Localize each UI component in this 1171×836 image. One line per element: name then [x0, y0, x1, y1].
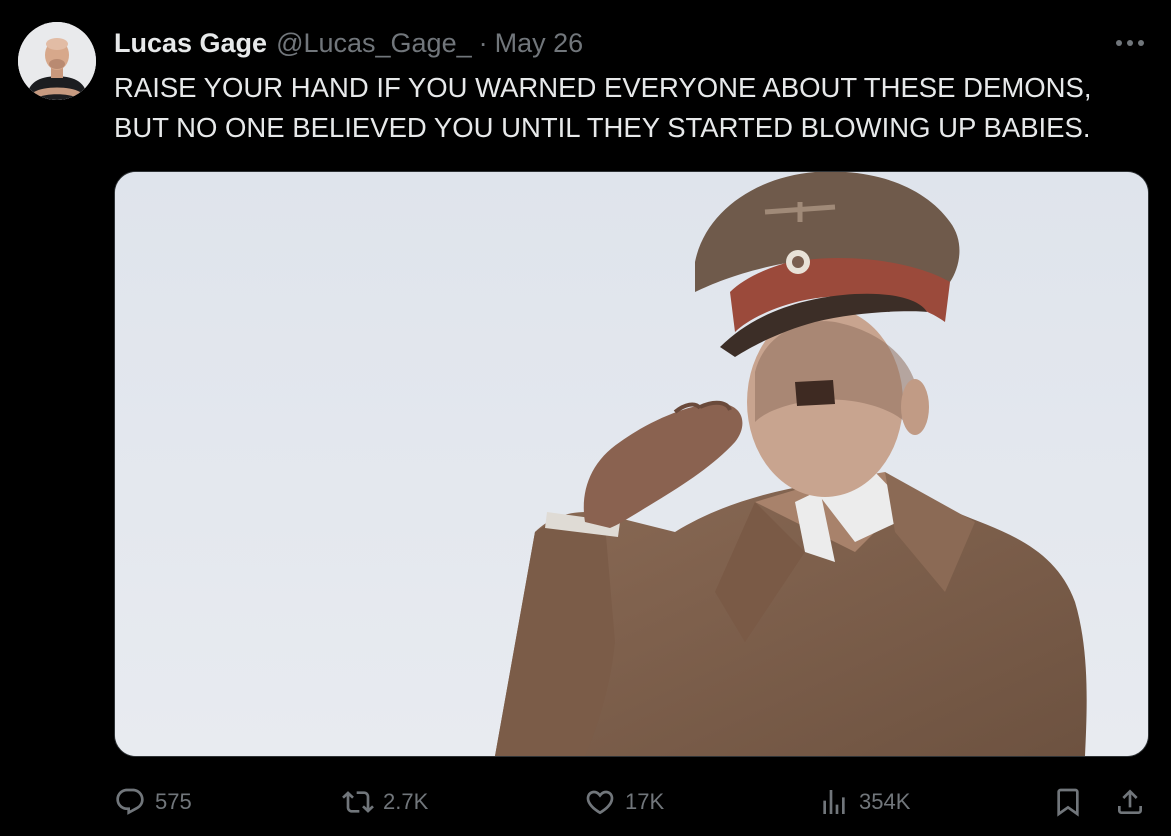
avatar-photo — [18, 22, 96, 100]
bookmark-icon — [1057, 788, 1079, 817]
user-handle[interactable]: @Lucas_Gage_ — [276, 28, 472, 59]
heart-icon — [586, 790, 614, 815]
tweet[interactable]: Lucas Gage @Lucas_Gage_ · May 26 RAISE Y… — [0, 0, 1171, 836]
tweet-text: RAISE YOUR HAND IF YOU WARNED EVERYONE A… — [114, 68, 1154, 148]
retweet-button[interactable]: 2.7K — [342, 780, 428, 824]
tweet-header: Lucas Gage @Lucas_Gage_ · May 26 — [114, 24, 583, 62]
share-icon — [1118, 789, 1142, 814]
media-photo — [115, 172, 1148, 756]
bookmark-button[interactable] — [1052, 780, 1084, 824]
more-icon — [1116, 40, 1144, 46]
like-count: 17K — [625, 789, 665, 814]
reply-count: 575 — [155, 789, 192, 814]
tweet-text-line: BUT NO ONE BELIEVED YOU UNTIL THEY START… — [114, 112, 1091, 143]
views-count: 354K — [859, 789, 911, 814]
reply-icon — [116, 788, 144, 815]
separator-dot: · — [478, 27, 488, 58]
tweet-action-bar: 575 2.7K 17K 354K — [114, 780, 1154, 824]
analytics-icon — [823, 790, 845, 814]
tweet-date[interactable]: May 26 — [495, 28, 584, 59]
like-button[interactable]: 17K — [584, 780, 664, 824]
more-options-button[interactable] — [1110, 28, 1150, 58]
avatar[interactable] — [18, 22, 96, 100]
tweet-media-image[interactable] — [114, 171, 1149, 757]
share-button[interactable] — [1114, 780, 1146, 824]
retweet-icon — [342, 791, 374, 813]
views-button[interactable]: 354K — [818, 780, 910, 824]
tweet-text-line: RAISE YOUR HAND IF YOU WARNED EVERYONE A… — [114, 72, 1092, 103]
retweet-count: 2.7K — [383, 789, 429, 814]
display-name[interactable]: Lucas Gage — [114, 28, 267, 59]
reply-button[interactable]: 575 — [114, 780, 192, 824]
